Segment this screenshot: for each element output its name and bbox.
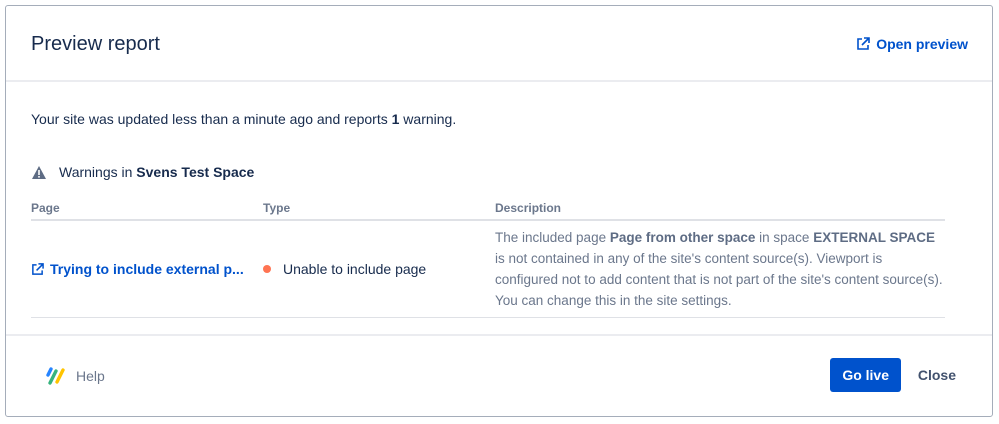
- warnings-prefix: Warnings in: [59, 164, 137, 180]
- desc-text: in space: [755, 230, 814, 245]
- go-live-button[interactable]: Go live: [830, 358, 901, 392]
- warning-icon: [32, 165, 46, 179]
- space-name: Svens Test Space: [136, 164, 255, 180]
- desc-page-name: Page from other space: [609, 230, 756, 245]
- dialog-footer: Help Go live Close: [6, 334, 992, 416]
- desc-text: The included page: [495, 230, 610, 245]
- status-dot-icon: [263, 265, 271, 273]
- column-header-page: Page: [31, 199, 263, 221]
- preview-report-dialog: Preview report Open preview Your site wa…: [5, 5, 993, 417]
- external-link-icon: [32, 262, 44, 275]
- warning-description: The included page Page from other space …: [495, 220, 945, 318]
- warnings-heading: Warnings in Svens Test Space: [31, 164, 254, 180]
- warning-type: Unable to include page: [263, 261, 495, 277]
- warnings-table: Page Type Description Trying to include …: [31, 199, 945, 318]
- external-link-icon: [857, 37, 870, 50]
- open-preview-link[interactable]: Open preview: [856, 36, 968, 52]
- dialog-title: Preview report: [31, 33, 160, 55]
- column-header-type: Type: [263, 199, 495, 221]
- close-button[interactable]: Close: [918, 367, 956, 383]
- summary-suffix: warning.: [399, 111, 457, 127]
- help-label: Help: [76, 368, 105, 384]
- column-header-description: Description: [495, 199, 945, 221]
- desc-space-name: EXTERNAL SPACE: [813, 230, 935, 245]
- open-preview-label: Open preview: [876, 36, 968, 52]
- warning-type-label: Unable to include page: [283, 261, 427, 277]
- table-row: Trying to include external p... Unable t…: [31, 220, 945, 318]
- help-link[interactable]: Help: [44, 366, 105, 386]
- summary-prefix: Your site was updated less than a minute…: [31, 111, 392, 127]
- desc-text: is not contained in any of the site's co…: [495, 251, 943, 308]
- summary-text: Your site was updated less than a minute…: [31, 111, 456, 127]
- viewport-logo-icon: [46, 367, 65, 385]
- dialog-header: Preview report Open preview: [6, 6, 992, 82]
- page-link-label: Trying to include external p...: [50, 261, 244, 277]
- page-link[interactable]: Trying to include external p...: [31, 261, 263, 277]
